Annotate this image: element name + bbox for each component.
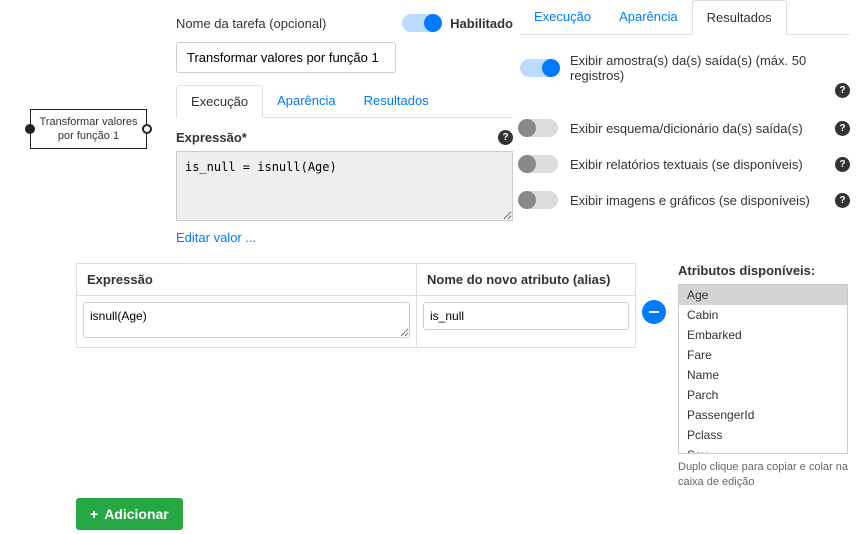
task-name-label: Nome da tarefa (opcional) [176, 16, 326, 31]
opt-images-label: Exibir imagens e gráficos (se disponívei… [570, 193, 823, 208]
remove-row-button[interactable] [642, 300, 666, 324]
opt-reports-label: Exibir relatórios textuais (se disponíve… [570, 157, 823, 172]
settings-panel: Nome da tarefa (opcional) Habilitado Exe… [176, 0, 513, 245]
attr-item[interactable]: Sex [679, 445, 847, 454]
toggle-show-reports[interactable] [520, 155, 558, 173]
rtab-execucao[interactable]: Execução [520, 0, 605, 34]
add-button[interactable]: + Adicionar [76, 498, 183, 530]
enabled-label: Habilitado [450, 16, 513, 31]
edit-value-link[interactable]: Editar valor ... [176, 230, 256, 245]
node-label: Transformar valores por função 1 [35, 115, 142, 144]
panel-tabs: Execução Aparência Resultados [176, 85, 513, 118]
attrs-title: Atributos disponíveis: [678, 263, 848, 278]
tab-resultados[interactable]: Resultados [350, 85, 443, 117]
right-tabs: Execução Aparência Resultados [520, 0, 850, 35]
attr-item[interactable]: PassengerId [679, 405, 847, 425]
attrs-hint: Duplo clique para copiar e colar na caix… [678, 460, 848, 491]
tab-aparencia[interactable]: Aparência [263, 85, 350, 117]
attr-item[interactable]: Age [679, 285, 847, 305]
node-output-port[interactable] [142, 124, 152, 134]
tab-execucao[interactable]: Execução [176, 85, 263, 118]
attr-item[interactable]: Fare [679, 345, 847, 365]
attr-item[interactable]: Pclass [679, 425, 847, 445]
toggle-show-schema[interactable] [520, 119, 558, 137]
toggle-show-sample[interactable] [520, 59, 558, 77]
rtab-resultados[interactable]: Resultados [692, 0, 787, 35]
rtab-aparencia[interactable]: Aparência [605, 0, 692, 34]
node-input-port[interactable] [25, 124, 35, 134]
opt-sample-label: Exibir amostra(s) da(s) saída(s) (máx. 5… [570, 53, 850, 83]
opt-schema-label: Exibir esquema/dicionário da(s) saída(s) [570, 121, 823, 136]
expression-textarea[interactable] [176, 151, 513, 221]
help-icon[interactable]: ? [835, 193, 850, 208]
row-expression-input[interactable] [83, 302, 410, 338]
attr-item[interactable]: Name [679, 365, 847, 385]
expression-label: Expressão* [176, 130, 247, 145]
col-header-expression: Expressão [77, 264, 417, 295]
col-header-alias: Nome do novo atributo (alias) [417, 264, 635, 295]
attr-item[interactable]: Parch [679, 385, 847, 405]
right-panel: Execução Aparência Resultados Exibir amo… [520, 0, 850, 209]
available-attributes: Atributos disponíveis: Age Cabin Embarke… [678, 263, 848, 491]
row-alias-input[interactable] [423, 302, 629, 330]
task-name-input[interactable] [176, 42, 396, 73]
attr-item[interactable]: Embarked [679, 325, 847, 345]
expressions-table: Expressão Nome do novo atributo (alias) [76, 263, 636, 348]
plus-icon: + [90, 506, 98, 522]
help-icon[interactable]: ? [498, 130, 513, 145]
table-row [77, 296, 635, 347]
minus-icon [648, 306, 660, 318]
help-icon[interactable]: ? [835, 121, 850, 136]
workflow-node[interactable]: Transformar valores por função 1 [30, 109, 147, 149]
attrs-list[interactable]: Age Cabin Embarked Fare Name Parch Passe… [678, 284, 848, 454]
add-button-label: Adicionar [104, 506, 169, 522]
toggle-show-images[interactable] [520, 191, 558, 209]
attr-item[interactable]: Cabin [679, 305, 847, 325]
help-icon[interactable]: ? [835, 157, 850, 172]
enabled-toggle[interactable] [402, 14, 440, 32]
help-icon[interactable]: ? [835, 83, 850, 98]
